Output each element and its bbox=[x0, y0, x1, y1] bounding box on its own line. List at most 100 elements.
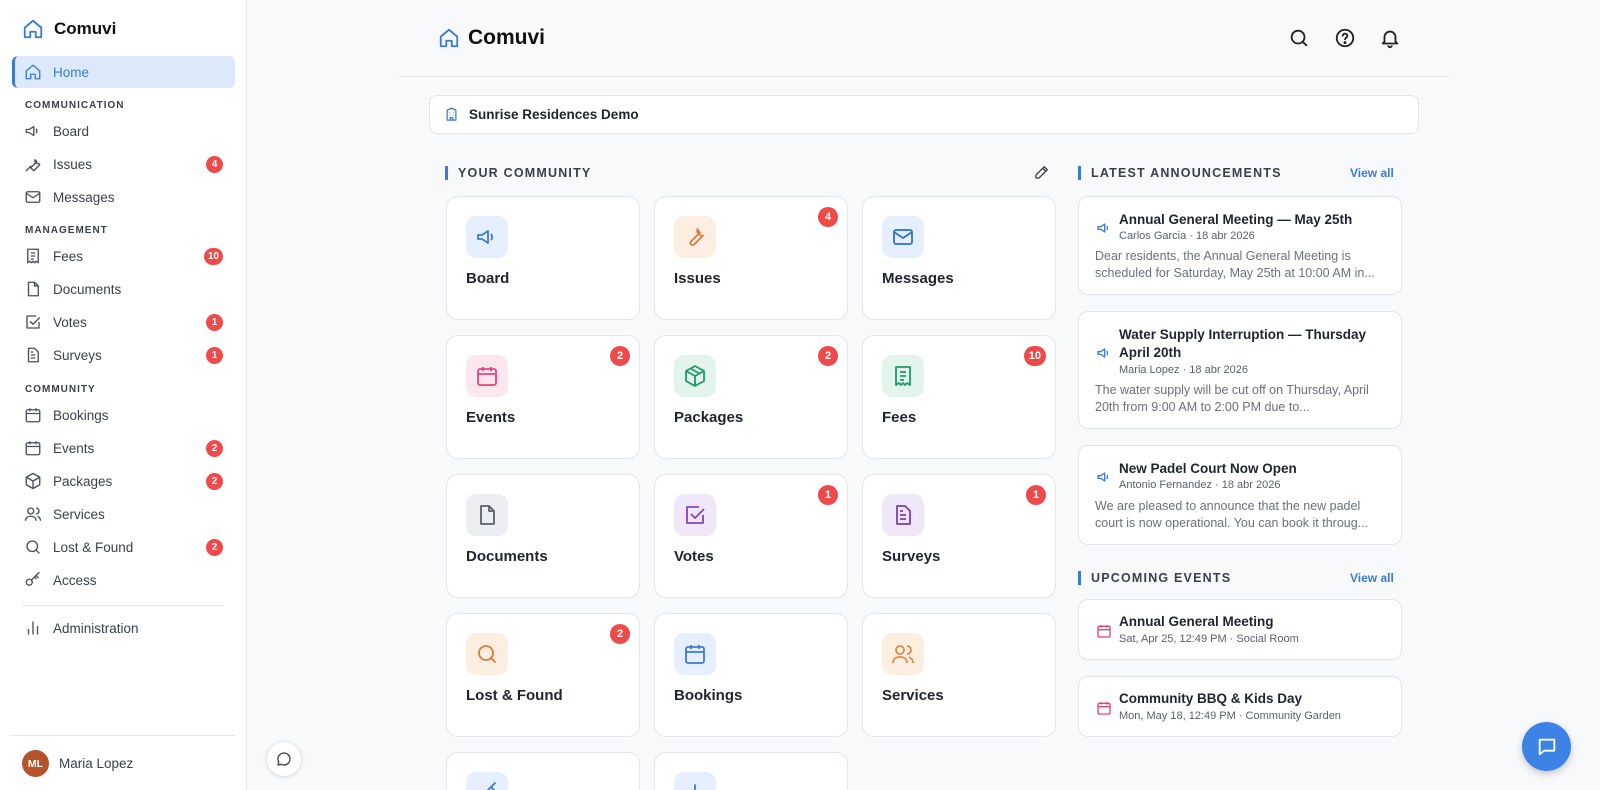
tile-access[interactable] bbox=[446, 752, 640, 790]
announcement-body: Dear residents, the Annual General Meeti… bbox=[1095, 249, 1375, 280]
megaphone-icon bbox=[1097, 472, 1109, 482]
sidebar-item-surveys[interactable]: Surveys 1 bbox=[12, 339, 235, 371]
mail-icon bbox=[25, 191, 41, 203]
tile-messages[interactable]: Messages bbox=[862, 196, 1056, 320]
announcement-meta: Maria Lopez · 18 abr 2026 bbox=[1119, 364, 1249, 376]
events-view-all-link[interactable]: View all bbox=[1350, 571, 1394, 585]
announcement-card[interactable]: Water Supply Interruption — Thursday Apr… bbox=[1078, 311, 1402, 429]
sidebar-footer-divider bbox=[10, 735, 235, 736]
announcement-card[interactable]: New Padel Court Now Open Antonio Fernand… bbox=[1078, 445, 1402, 545]
header-brand-name: Comuvi bbox=[468, 26, 546, 49]
tile-icon-box bbox=[674, 216, 716, 258]
bell-icon[interactable] bbox=[1379, 27, 1401, 49]
tile-votes[interactable]: Votes 1 bbox=[654, 474, 848, 598]
help-icon[interactable] bbox=[1334, 27, 1356, 49]
announcements-view-all-link[interactable]: View all bbox=[1350, 166, 1394, 180]
tile-label: Issues bbox=[674, 270, 721, 287]
community-name: Sunrise Residences Demo bbox=[469, 107, 639, 122]
sidebar-item-documents[interactable]: Documents bbox=[12, 273, 235, 305]
chat-icon bbox=[1538, 738, 1555, 755]
community-selector[interactable]: Sunrise Residences Demo bbox=[429, 95, 1419, 134]
tile-administration[interactable] bbox=[654, 752, 848, 790]
sidebar-item-home[interactable]: Home bbox=[12, 56, 235, 88]
header-brand[interactable]: Comuvi bbox=[438, 26, 545, 50]
announcement-title: Water Supply Interruption — Thursday Apr… bbox=[1119, 327, 1367, 360]
tile-bookings[interactable]: Bookings bbox=[654, 613, 848, 737]
tile-icon-box bbox=[466, 494, 508, 536]
packages-badge: 2 bbox=[206, 473, 223, 490]
tile-surveys[interactable]: Surveys 1 bbox=[862, 474, 1056, 598]
sidebar: Comuvi Home COMMUNICATION Board Issues 4… bbox=[0, 0, 247, 790]
sidebar-item-board[interactable]: Board bbox=[12, 115, 235, 147]
user-menu[interactable]: ML Maria Lopez bbox=[22, 750, 133, 777]
sidebar-section-community: COMMUNITY bbox=[25, 384, 96, 395]
sidebar-item-messages[interactable]: Messages bbox=[12, 181, 235, 213]
tile-packages[interactable]: Packages 2 bbox=[654, 335, 848, 459]
checkbox-icon bbox=[686, 506, 705, 524]
tile-label: Votes bbox=[674, 548, 714, 565]
survey-icon bbox=[896, 505, 911, 525]
announcement-card[interactable]: Annual General Meeting — May 25th Carlos… bbox=[1078, 196, 1402, 295]
tile-label: Board bbox=[466, 270, 510, 287]
tile-icon-box bbox=[466, 772, 508, 790]
sidebar-item-lost-found[interactable]: Lost & Found 2 bbox=[12, 531, 235, 563]
home-icon bbox=[25, 64, 41, 80]
sidebar-item-events[interactable]: Events 2 bbox=[12, 432, 235, 464]
top-header: Comuvi bbox=[399, 0, 1449, 77]
chat-bubble-button[interactable] bbox=[266, 741, 302, 777]
sidebar-item-administration[interactable]: Administration bbox=[12, 612, 235, 644]
sidebar-item-label: Bookings bbox=[53, 407, 109, 423]
calendar-icon bbox=[1097, 625, 1111, 638]
tile-documents[interactable]: Documents bbox=[446, 474, 640, 598]
sidebar-brand[interactable]: Comuvi bbox=[22, 18, 116, 40]
sidebar-item-access[interactable]: Access bbox=[12, 564, 235, 596]
sidebar-item-services[interactable]: Services bbox=[12, 498, 235, 530]
sidebar-item-label: Documents bbox=[53, 281, 122, 297]
tile-icon-box bbox=[674, 772, 716, 790]
announcement-body: We are pleased to announce that the new … bbox=[1095, 499, 1369, 530]
sidebar-item-label: Services bbox=[53, 506, 105, 522]
sidebar-section-management: MANAGEMENT bbox=[25, 225, 108, 236]
tile-badge: 1 bbox=[818, 485, 838, 505]
sidebar-item-fees[interactable]: Fees 10 bbox=[12, 240, 235, 272]
edit-icon[interactable] bbox=[1033, 163, 1051, 181]
announcement-title: Annual General Meeting — May 25th bbox=[1119, 212, 1353, 227]
tile-events[interactable]: Events 2 bbox=[446, 335, 640, 459]
tile-issues[interactable]: Issues 4 bbox=[654, 196, 848, 320]
checkbox-icon bbox=[26, 315, 41, 329]
tile-label: Messages bbox=[882, 270, 954, 287]
sidebar-item-label: Messages bbox=[53, 189, 115, 205]
home-logo-icon bbox=[439, 28, 459, 48]
event-title: Annual General Meeting bbox=[1119, 614, 1274, 629]
tile-label: Fees bbox=[882, 409, 917, 426]
chat-fab-button[interactable] bbox=[1522, 722, 1571, 771]
tile-lost-found[interactable]: Lost & Found 2 bbox=[446, 613, 640, 737]
bar-chart-icon bbox=[694, 784, 696, 790]
search-icon bbox=[26, 540, 40, 554]
sidebar-item-label: Fees bbox=[53, 248, 84, 264]
chat-icon bbox=[277, 752, 291, 766]
tile-badge: 4 bbox=[818, 207, 838, 227]
sidebar-item-bookings[interactable]: Bookings bbox=[12, 399, 235, 431]
search-icon[interactable] bbox=[1288, 27, 1310, 49]
tile-services[interactable]: Services bbox=[862, 613, 1056, 737]
tile-fees[interactable]: Fees 10 bbox=[862, 335, 1056, 459]
sidebar-item-label: Board bbox=[53, 123, 90, 139]
search-icon bbox=[478, 645, 496, 663]
sidebar-section-communication: COMMUNICATION bbox=[25, 100, 125, 111]
calendar-icon bbox=[477, 367, 497, 386]
tile-board[interactable]: Board bbox=[446, 196, 640, 320]
sidebar-item-votes[interactable]: Votes 1 bbox=[12, 306, 235, 338]
megaphone-icon bbox=[1097, 223, 1109, 233]
sidebar-item-issues[interactable]: Issues 4 bbox=[12, 148, 235, 180]
event-card[interactable]: Annual General Meeting Sat, Apr 25, 12:4… bbox=[1078, 599, 1402, 660]
sidebar-item-packages[interactable]: Packages 2 bbox=[12, 465, 235, 497]
tile-label: Services bbox=[882, 687, 944, 704]
sidebar-item-label: Issues bbox=[53, 156, 93, 172]
receipt-icon bbox=[27, 248, 39, 264]
home-logo-icon bbox=[23, 19, 43, 39]
issues-badge: 4 bbox=[206, 156, 223, 173]
tile-label: Bookings bbox=[674, 687, 743, 704]
announcements-title: LATEST ANNOUNCEMENTS bbox=[1078, 166, 1282, 180]
event-card[interactable]: Community BBQ & Kids Day Mon, May 18, 12… bbox=[1078, 676, 1402, 737]
